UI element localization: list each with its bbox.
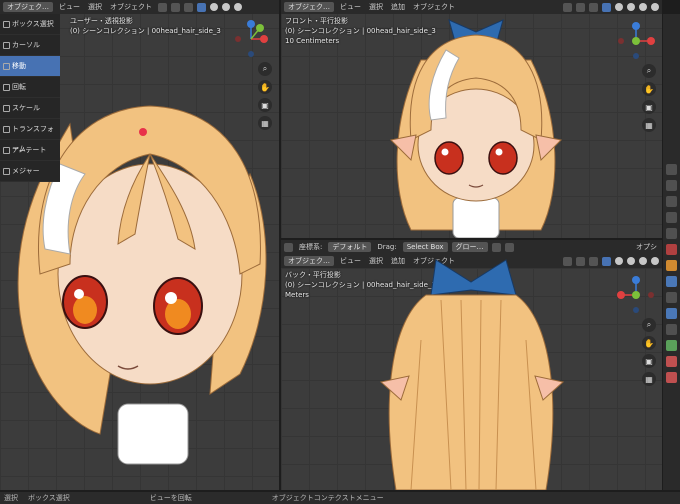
object-origin-dot xyxy=(139,128,147,136)
scene-tab-icon[interactable] xyxy=(666,228,677,239)
tool-transform[interactable]: トランスフォーム xyxy=(0,119,60,153)
shading-material-icon[interactable] xyxy=(234,3,242,11)
constraints-tab-icon[interactable] xyxy=(666,324,677,335)
zoom-icon[interactable]: ⌕ xyxy=(642,318,656,332)
shading-wireframe-icon[interactable] xyxy=(210,3,218,11)
viewport-front-ortho[interactable]: オブジェク… ビュー 選択 追加 オブジェクト フロント・平行投影 (0) シー… xyxy=(281,0,662,238)
overlay-toggle-icon[interactable] xyxy=(184,2,193,12)
zoom-icon[interactable]: ⌕ xyxy=(258,62,272,76)
tool-rotate[interactable]: 回転 xyxy=(0,77,60,98)
render-tab-icon[interactable] xyxy=(666,180,677,191)
pan-hand-icon[interactable]: ✋ xyxy=(642,82,656,96)
gizmo-toggle-icon[interactable] xyxy=(171,2,180,12)
viewport-nav-buttons: ⌕ ✋ ▣ ▦ xyxy=(642,64,656,132)
status-box-select: ボックス選択 xyxy=(28,494,70,502)
properties-tabs xyxy=(663,14,680,490)
navigation-gizmo[interactable] xyxy=(228,16,274,62)
camera-icon[interactable]: ▣ xyxy=(258,98,272,112)
texture-tab-icon[interactable] xyxy=(666,372,677,383)
xray-toggle-icon[interactable] xyxy=(197,2,206,12)
world-tab-icon[interactable] xyxy=(666,244,677,255)
character-model-back xyxy=(379,259,565,490)
viewport-nav-buttons: ⌕ ✋ ▣ ▦ xyxy=(642,318,656,386)
ortho-grid-icon[interactable]: ▦ xyxy=(258,116,272,130)
pan-hand-icon[interactable]: ✋ xyxy=(258,80,272,94)
camera-icon[interactable]: ▣ xyxy=(642,100,656,114)
tool-select-box[interactable]: ボックス選択 xyxy=(0,14,60,35)
menu-view[interactable]: ビュー xyxy=(57,2,82,12)
tool-cursor[interactable]: カーソル xyxy=(0,35,60,56)
status-bar: 選択 ボックス選択 ビューを回転 オブジェクトコンテクストメニュー xyxy=(0,492,680,504)
ortho-grid-icon[interactable]: ▦ xyxy=(642,372,656,386)
shading-solid-icon[interactable] xyxy=(222,3,230,11)
output-tab-icon[interactable] xyxy=(666,196,677,207)
viewport-nav-buttons: ⌕ ✋ ▣ ▦ xyxy=(258,62,272,130)
mode-dropdown[interactable]: オブジェク… xyxy=(3,2,53,12)
menu-object[interactable]: オブジェクト xyxy=(108,2,154,12)
tool-scale[interactable]: スケール xyxy=(0,98,60,119)
outfit-shape xyxy=(117,403,189,465)
toolbar: ボックス選択 カーソル 移動 回転 スケール トランスフォーム アノテート メジ… xyxy=(0,14,60,182)
bow-shape xyxy=(430,259,517,296)
tool-tab-icon[interactable] xyxy=(666,164,677,175)
outfit-shape xyxy=(452,197,500,238)
modifier-tab-icon[interactable] xyxy=(666,276,677,287)
viewport-back-ortho[interactable]: 座標系: デフォルト Drag: Select Box グロー… オプシ オブジ… xyxy=(281,240,662,490)
status-context-menu: オブジェクトコンテクストメニュー xyxy=(271,494,384,502)
viewport-header: オブジェク… ビュー 選択 オブジェクト xyxy=(0,0,279,14)
material-tab-icon[interactable] xyxy=(666,356,677,367)
pan-hand-icon[interactable]: ✋ xyxy=(642,336,656,350)
tool-annotate[interactable]: アノテート xyxy=(0,140,60,161)
tool-move[interactable]: 移動 xyxy=(0,56,60,77)
hair-shape xyxy=(388,294,554,490)
data-tab-icon[interactable] xyxy=(666,340,677,351)
object-tab-icon[interactable] xyxy=(666,260,677,271)
ortho-grid-icon[interactable]: ▦ xyxy=(642,118,656,132)
viewport-user-perspective[interactable]: オブジェク… ビュー 選択 オブジェクト ユーザー・透視投影 (0) シーンコレ… xyxy=(0,0,279,490)
zoom-icon[interactable]: ⌕ xyxy=(642,64,656,78)
tool-measure[interactable]: メジャー xyxy=(0,161,60,182)
camera-icon[interactable]: ▣ xyxy=(642,354,656,368)
physics-tab-icon[interactable] xyxy=(666,308,677,319)
status-rotate-view: ビューを回転 xyxy=(149,494,192,502)
view-layer-tab-icon[interactable] xyxy=(666,212,677,223)
navigation-gizmo[interactable] xyxy=(613,18,659,64)
particles-tab-icon[interactable] xyxy=(666,292,677,303)
menu-select[interactable]: 選択 xyxy=(86,2,104,12)
status-select: 選択 xyxy=(4,494,18,502)
character-model-front xyxy=(389,19,563,238)
visibility-icon[interactable] xyxy=(158,2,167,12)
navigation-gizmo[interactable] xyxy=(613,272,659,318)
